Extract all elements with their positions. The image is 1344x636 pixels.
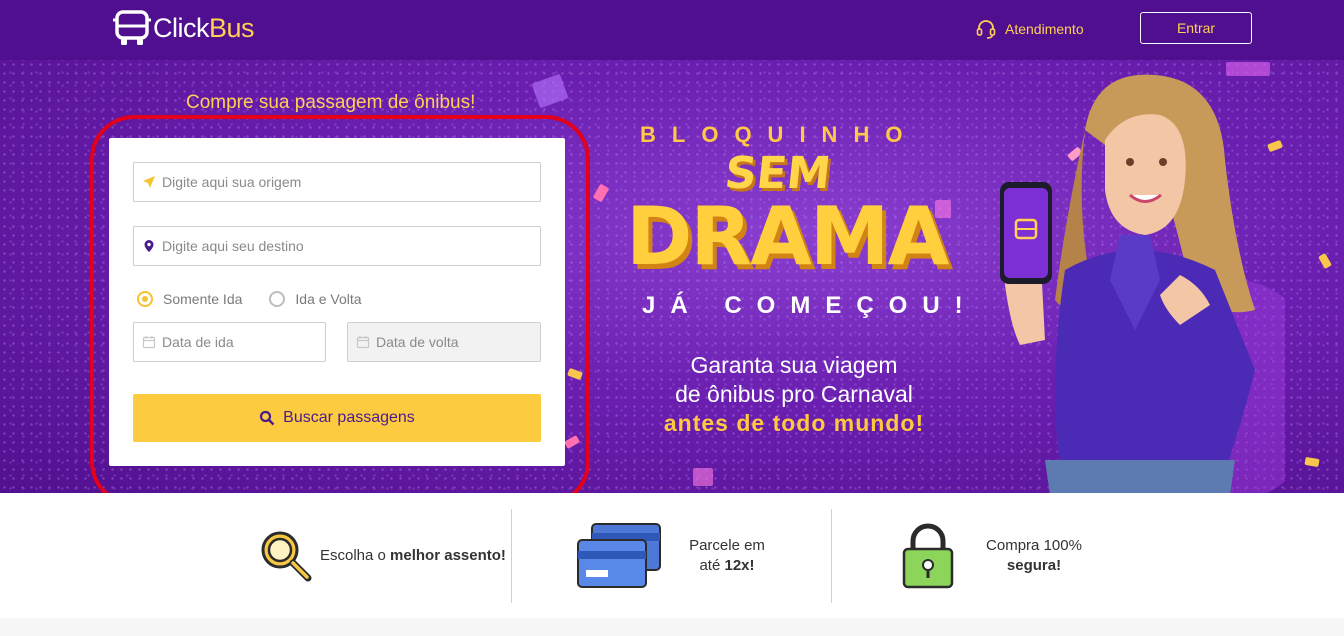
hero-title: Compre sua passagem de ônibus!	[186, 92, 476, 113]
hero-banner: Compre sua passagem de ônibus! Digite aq…	[0, 60, 1344, 493]
credit-cards-icon	[577, 522, 661, 588]
promo-body-line-1: Garanta sua viagem	[690, 352, 898, 378]
feature-secure-text: Compra 100% segura!	[986, 536, 1082, 574]
promo-headline-comecou: JÁ COMEÇOU!	[642, 292, 978, 319]
promo-headline-top: BLOQUINHO	[640, 122, 919, 147]
origin-placeholder: Digite aqui sua origem	[162, 174, 302, 190]
return-date-placeholder: Data de volta	[376, 334, 459, 350]
promo-headline-drama: DRAMA	[626, 190, 949, 283]
radio-round-trip[interactable]	[269, 291, 286, 307]
feature-divider	[831, 509, 832, 603]
bus-logo-icon	[113, 10, 151, 45]
return-date-input[interactable]: Data de volta	[347, 322, 541, 362]
headset-icon	[976, 20, 996, 39]
location-arrow-icon	[143, 176, 155, 188]
destination-placeholder: Digite aqui seu destino	[162, 238, 304, 254]
top-header: ClickBus Atendimento Entrar	[0, 0, 1344, 60]
origin-input[interactable]: Digite aqui sua origem	[133, 162, 541, 202]
feature-installments-text: Parcele em até 12x!	[689, 536, 765, 574]
calendar-icon	[356, 336, 370, 349]
padlock-icon	[902, 523, 954, 588]
feature-seat: Escolha o melhor assento!	[258, 493, 506, 618]
destination-input[interactable]: Digite aqui seu destino	[133, 226, 541, 266]
promo-body-line-2: de ônibus pro Carnaval	[675, 381, 913, 407]
confetti	[693, 468, 713, 486]
promo-body-line-3: antes de todo mundo!	[663, 410, 925, 436]
support-label: Atendimento	[1005, 21, 1084, 37]
calendar-icon	[142, 336, 156, 349]
map-pin-icon	[144, 240, 154, 252]
support-link[interactable]: Atendimento	[975, 18, 1084, 40]
depart-date-placeholder: Data de ida	[162, 334, 234, 350]
radio-round-trip-label[interactable]: Ida e Volta	[295, 291, 361, 307]
depart-date-input[interactable]: Data de ida	[133, 322, 326, 362]
page-bottom-strip	[0, 618, 1344, 636]
search-tickets-button[interactable]: Buscar passagens	[133, 394, 541, 442]
logo-text: ClickBus	[153, 12, 255, 43]
features-strip: Escolha o melhor assento! Parcele em até…	[0, 493, 1344, 618]
feature-divider	[511, 509, 512, 603]
feature-installments: Parcele em até 12x!	[576, 493, 768, 618]
feature-seat-text: Escolha o melhor assento!	[320, 546, 506, 564]
clickbus-logo[interactable]: ClickBus	[113, 8, 255, 48]
promo-woman-illustration	[1000, 74, 1285, 493]
radio-one-way-label[interactable]: Somente Ida	[163, 291, 242, 307]
feature-secure: Compra 100% segura!	[900, 493, 1086, 618]
login-button[interactable]: Entrar	[1140, 12, 1252, 44]
trip-type-options: Somente Ida Ida e Volta	[137, 291, 389, 307]
magnifier-icon	[261, 531, 312, 581]
radio-one-way[interactable]	[137, 291, 153, 307]
search-form: Digite aqui sua origem Digite aqui seu d…	[109, 138, 565, 466]
search-icon	[260, 410, 275, 426]
search-tickets-label: Buscar passagens	[283, 409, 415, 426]
